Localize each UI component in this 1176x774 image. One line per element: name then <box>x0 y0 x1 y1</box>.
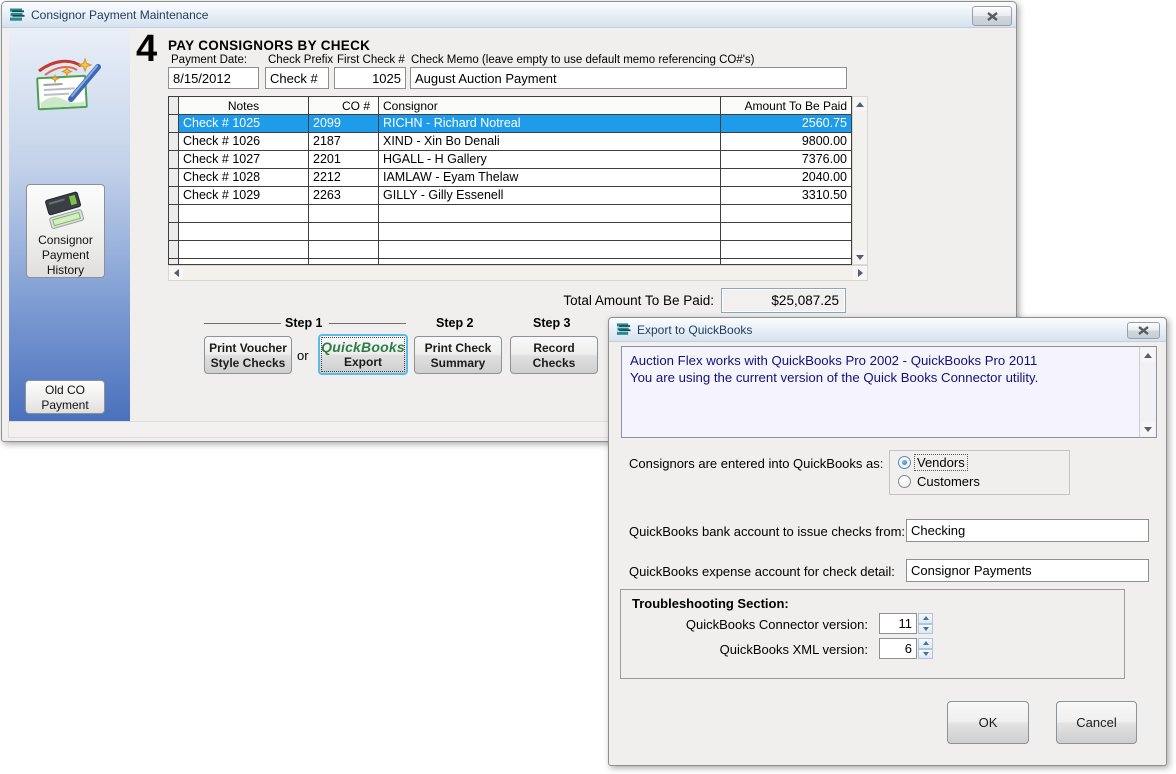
check-prefix-input[interactable] <box>265 67 329 89</box>
xml-version-spinner[interactable] <box>879 638 933 659</box>
step1-line-left <box>204 323 281 324</box>
scroll-up-arrow[interactable] <box>853 97 867 111</box>
table-vertical-scrollbar[interactable] <box>852 96 868 265</box>
table-row[interactable]: Check # 1028 2212 IAMLAW - Eyam Thelaw 2… <box>169 169 851 187</box>
check-memo-input[interactable] <box>410 67 847 89</box>
table-row[interactable]: Check # 1025 2099 RICHN - Richard Notrea… <box>169 115 851 133</box>
oldco-label-line1: Old CO <box>26 383 104 398</box>
vendors-radio[interactable]: Vendors <box>898 455 967 470</box>
quickbooks-export-button[interactable]: QuickBooks Export <box>318 334 408 375</box>
scroll-down-arrow[interactable] <box>853 250 867 264</box>
quickbooks-info-text: Auction Flex works with QuickBooks Pro 2… <box>630 352 1132 386</box>
history-button-label-line3: History <box>27 263 104 278</box>
col-header-notes: Notes <box>179 97 309 115</box>
record-checks-button[interactable]: Record Checks <box>510 336 598 374</box>
grid-rows: Check # 1025 2099 RICHN - Richard Notrea… <box>169 115 851 264</box>
payment-date-label: Payment Date: <box>171 54 247 66</box>
entered-as-label: Consignors are entered into QuickBooks a… <box>629 456 883 471</box>
check-memo-label: Check Memo (leave empty to use default m… <box>411 54 755 66</box>
dialog-title: Export to QuickBooks <box>637 323 752 337</box>
step1-label: Step 1 <box>285 316 323 330</box>
step3-label: Step 3 <box>533 316 571 330</box>
bank-account-label: QuickBooks bank account to issue checks … <box>629 524 905 539</box>
spinner-up-button[interactable] <box>918 613 933 624</box>
main-window-title: Consignor Payment Maintenance <box>31 8 208 22</box>
expense-account-input[interactable] <box>906 559 1149 582</box>
vendors-radio-label: Vendors <box>915 455 967 470</box>
table-row[interactable]: Check # 1029 2263 GILLY - Gilly Essenell… <box>169 187 851 205</box>
grid: Notes CO # Consignor Amount To Be Paid C… <box>168 96 852 265</box>
expense-account-label: QuickBooks expense account for check det… <box>629 564 895 579</box>
info-scrollbar[interactable] <box>1139 347 1156 437</box>
main-close-button[interactable] <box>972 6 1012 26</box>
checkbook-icon <box>43 218 89 232</box>
scroll-left-arrow[interactable] <box>169 266 183 280</box>
table-row-empty[interactable] <box>169 259 851 264</box>
print-check-summary-button[interactable]: Print Check Summary <box>414 336 502 374</box>
col-header-co: CO # <box>309 97 379 115</box>
connector-version-input[interactable] <box>879 613 917 634</box>
page-title: PAY CONSIGNORS BY CHECK <box>168 38 370 53</box>
check-wizard-icon <box>33 55 105 126</box>
troubleshooting-section: Troubleshooting Section: QuickBooks Conn… <box>620 589 1125 679</box>
customers-radio[interactable]: Customers <box>898 474 982 489</box>
table-row-empty[interactable] <box>169 241 851 259</box>
or-text: or <box>297 348 309 363</box>
payment-date-input[interactable] <box>168 67 259 89</box>
table-horizontal-scrollbar[interactable] <box>168 265 868 281</box>
table-row-empty[interactable] <box>169 223 851 241</box>
first-check-label: First Check # <box>337 54 405 66</box>
old-co-payment-button[interactable]: Old CO Payment <box>25 380 105 414</box>
check-prefix-label: Check Prefix <box>268 54 333 66</box>
total-amount-label: Total Amount To Be Paid: <box>482 293 714 308</box>
spinner-down-button[interactable] <box>918 649 933 660</box>
app-icon <box>9 7 25 23</box>
table-row[interactable]: Check # 1027 2201 HGALL - H Gallery 7376… <box>169 151 851 169</box>
consignor-table: Notes CO # Consignor Amount To Be Paid C… <box>168 96 868 281</box>
consignor-payment-history-button[interactable]: Consignor Payment History <box>26 184 105 278</box>
quickbooks-info-box: Auction Flex works with QuickBooks Pro 2… <box>621 346 1157 438</box>
history-button-label-line1: Consignor <box>27 233 104 248</box>
bank-account-input[interactable] <box>906 519 1149 542</box>
scroll-down-arrow[interactable] <box>1141 422 1155 436</box>
xml-version-label: QuickBooks XML version: <box>631 642 868 657</box>
main-titlebar[interactable]: Consignor Payment Maintenance <box>2 2 1016 28</box>
close-icon <box>1138 326 1149 335</box>
entered-as-group: Vendors Customers <box>889 450 1070 495</box>
cancel-button[interactable]: Cancel <box>1056 701 1137 744</box>
dialog-titlebar[interactable]: Export to QuickBooks <box>609 318 1166 342</box>
radio-unselected-icon[interactable] <box>898 475 911 488</box>
connector-version-spinner[interactable] <box>879 613 933 634</box>
oldco-label-line2: Payment <box>26 398 104 413</box>
xml-version-input[interactable] <box>879 638 917 659</box>
step2-label: Step 2 <box>436 316 474 330</box>
scroll-up-arrow[interactable] <box>1141 348 1155 362</box>
radio-selected-icon[interactable] <box>898 456 911 469</box>
troubleshooting-title: Troubleshooting Section: <box>632 596 789 611</box>
col-header-consignor: Consignor <box>379 97 721 115</box>
ok-button[interactable]: OK <box>947 701 1029 744</box>
scroll-right-arrow[interactable] <box>853 266 867 280</box>
print-voucher-checks-button[interactable]: Print Voucher Style Checks <box>204 336 292 374</box>
grid-header-indicator <box>169 97 179 115</box>
spinner-down-button[interactable] <box>918 624 933 635</box>
dialog-icon <box>616 322 631 337</box>
table-row-empty[interactable] <box>169 205 851 223</box>
dialog-close-button[interactable] <box>1127 322 1160 339</box>
first-check-input[interactable] <box>334 67 406 89</box>
spinner-up-button[interactable] <box>918 638 933 649</box>
history-button-label-line2: Payment <box>27 248 104 263</box>
sidebar: Consignor Payment History Old CO Payment <box>9 29 130 421</box>
step-number: 4 <box>136 28 157 71</box>
export-to-quickbooks-dialog: Export to QuickBooks Auction Flex works … <box>608 317 1167 766</box>
total-amount-value: $25,087.25 <box>721 288 846 313</box>
step1-line-right <box>329 323 406 324</box>
col-header-amount: Amount To Be Paid <box>721 97 851 115</box>
desktop: Consignor Payment Maintenance <box>0 0 1176 774</box>
grid-header-row: Notes CO # Consignor Amount To Be Paid <box>169 97 851 115</box>
close-icon <box>987 12 998 21</box>
customers-radio-label: Customers <box>915 474 982 489</box>
connector-version-label: QuickBooks Connector version: <box>631 617 868 632</box>
table-row[interactable]: Check # 1026 2187 XIND - Xin Bo Denali 9… <box>169 133 851 151</box>
